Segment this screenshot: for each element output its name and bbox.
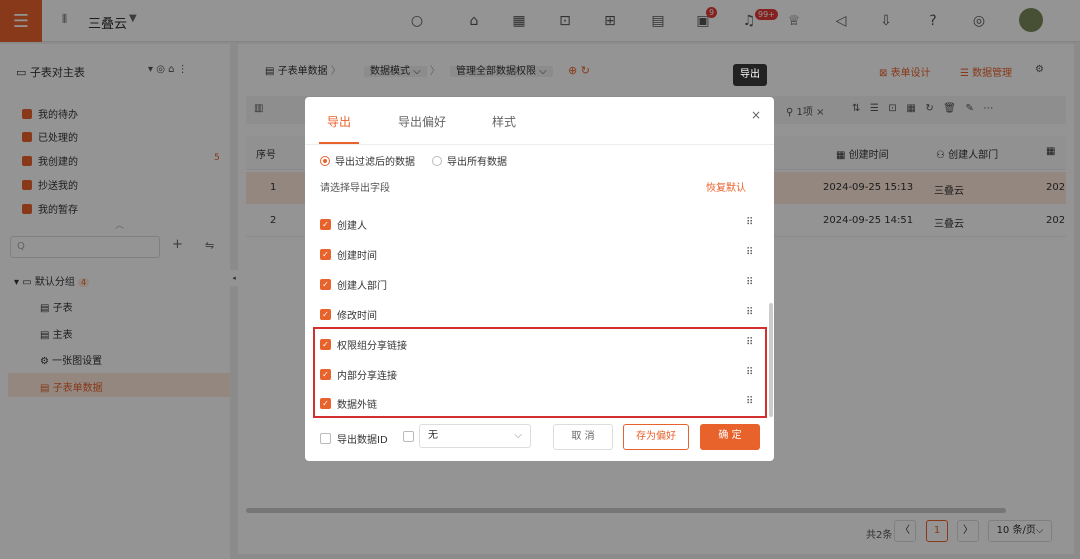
checkbox-checked-icon: ✓	[320, 219, 331, 230]
tab-divider	[305, 144, 774, 145]
drag-handle-icon[interactable]: ⠿	[746, 307, 753, 318]
tab-style[interactable]: 样式	[492, 113, 516, 130]
checkbox-checked-icon: ✓	[320, 279, 331, 290]
checkbox-empty-icon	[320, 433, 331, 444]
checkbox-checked-icon: ✓	[320, 249, 331, 260]
tab-export-pref[interactable]: 导出偏好	[398, 113, 446, 130]
select-fields-label: 请选择导出字段	[320, 183, 390, 194]
radio-filtered[interactable]: 导出过滤后的数据	[320, 153, 415, 168]
export-id-checkbox[interactable]: 导出数据ID	[320, 431, 388, 446]
drag-handle-icon[interactable]: ⠿	[746, 247, 753, 258]
checkbox-checked-icon: ✓	[320, 309, 331, 320]
cancel-button[interactable]: 取 消	[553, 424, 613, 450]
restore-default-link[interactable]: 恢复默认	[706, 179, 746, 194]
tab-export[interactable]: 导出	[327, 113, 351, 130]
chevron-down-icon: ⌵	[514, 430, 522, 441]
confirm-button[interactable]: 确 定	[700, 424, 760, 450]
radio-all[interactable]: 导出所有数据	[432, 153, 507, 168]
field-modified-time[interactable]: ✓ 修改时间	[320, 307, 377, 322]
export-dialog: 导出 导出偏好 样式 × 导出过滤后的数据 导出所有数据 请选择导出字段 恢复默…	[305, 97, 774, 461]
checkbox-empty-icon	[403, 431, 414, 442]
field-list-scrollbar[interactable]	[769, 303, 773, 417]
field-created-time[interactable]: ✓ 创建时间	[320, 247, 377, 262]
select-checkbox[interactable]	[403, 431, 414, 445]
drag-handle-icon[interactable]: ⠿	[746, 217, 753, 228]
radio-off-icon	[432, 155, 442, 166]
save-pref-button[interactable]: 存为偏好	[623, 424, 689, 450]
field-creator[interactable]: ✓ 创建人	[320, 217, 367, 232]
field-creator-dept[interactable]: ✓ 创建人部门	[320, 277, 387, 292]
close-icon[interactable]: ×	[751, 108, 761, 122]
highlight-box	[313, 327, 767, 418]
export-id-select[interactable]: 无 ⌵	[419, 424, 531, 448]
radio-on-icon	[320, 155, 330, 166]
drag-handle-icon[interactable]: ⠿	[746, 277, 753, 288]
export-tooltip: 导出	[733, 64, 767, 86]
